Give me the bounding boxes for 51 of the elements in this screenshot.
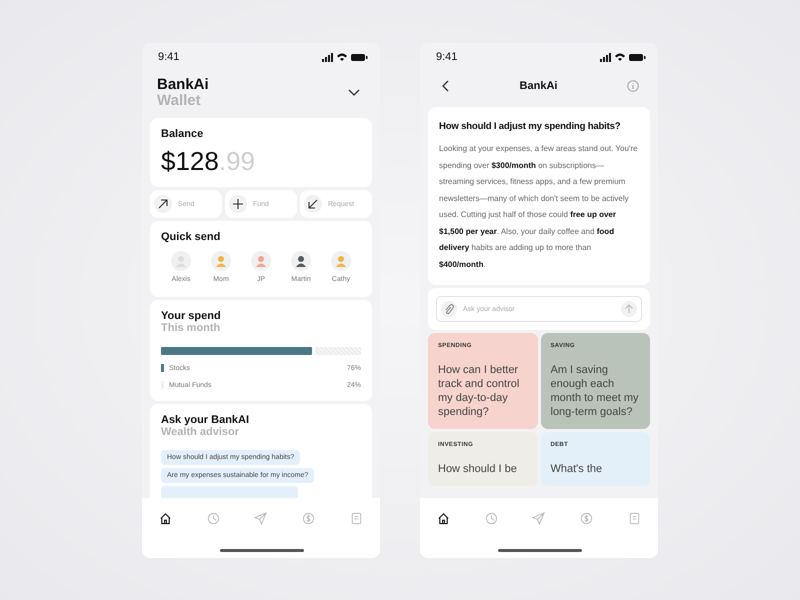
dollar-icon (580, 512, 594, 525)
app-title: BankAi (157, 76, 209, 93)
clock-icon (484, 512, 498, 525)
dollar-icon (302, 512, 316, 525)
money-tab[interactable] (580, 512, 594, 525)
suggestion-chip[interactable] (161, 486, 298, 498)
document-tab[interactable] (628, 512, 641, 525)
money-tab[interactable] (302, 512, 316, 525)
advisor-subtitle: Wealth advisor (161, 426, 240, 438)
history-tab[interactable] (206, 512, 220, 525)
back-icon[interactable] (442, 80, 450, 92)
clock-icon (206, 512, 220, 525)
arrow-icon (307, 198, 319, 210)
status-icons (600, 52, 646, 62)
balance-label: Balance (161, 128, 204, 140)
spend-subtitle: This month (161, 322, 222, 334)
paperclip-icon[interactable] (444, 304, 454, 314)
chevron-down-icon[interactable] (348, 88, 360, 96)
document-tab[interactable] (350, 512, 363, 525)
paper-plane-icon (532, 512, 546, 525)
quick-send-title: Quick send (161, 231, 222, 243)
topic-question: How should I be (438, 462, 518, 476)
balance-amount: $128 (161, 146, 219, 177)
answer-question: How should I adjust my spending habits? (439, 121, 622, 132)
status-time: 9:41 (158, 51, 180, 63)
home-tab[interactable] (159, 512, 172, 525)
contact-avatar[interactable] (291, 251, 311, 271)
arrow-icon (157, 198, 169, 210)
status-time: 9:41 (436, 51, 458, 63)
answer-text: Looking at your expenses, a few areas stand out. You're spending over $300/month on subscriptions—streaming services, fitness apps, and a few premium newsletters—many of which don't seem to be actively used. Cutting just half of those could free up over $1,500 per year. Also, your daily coffee and food delivery habits are adding up to more than $400/month. (439, 143, 639, 270)
topic-question: Am I saving enough each month to meet my long-term goals? (550, 363, 640, 419)
legend-swatch (161, 364, 164, 372)
topic-question: What's the (550, 462, 604, 476)
info-icon[interactable] (627, 80, 639, 92)
wallet-subtitle: Wallet (157, 93, 202, 109)
home-icon (437, 512, 450, 525)
advisor-title: Ask your BankAI (161, 414, 250, 426)
document-icon (350, 512, 363, 525)
send-arrow-icon[interactable] (624, 304, 634, 314)
spend-title: Your spend (161, 310, 222, 322)
send-tab[interactable] (254, 512, 268, 525)
home-tab[interactable] (437, 512, 450, 525)
app-title: BankAi (520, 80, 558, 92)
home-icon (159, 512, 172, 525)
document-icon (628, 512, 641, 525)
topic-question: How can I better track and control my day-to-day spending? (438, 363, 520, 419)
history-tab[interactable] (484, 512, 498, 525)
paper-plane-icon (254, 512, 268, 525)
status-icons (322, 52, 368, 62)
send-tab[interactable] (532, 512, 546, 525)
plus-icon (232, 198, 244, 210)
